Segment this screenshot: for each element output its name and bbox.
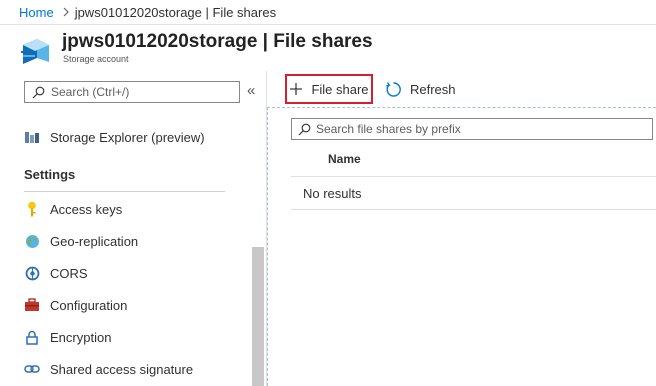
chevron-right-icon — [63, 7, 69, 17]
section-heading-settings: Settings — [24, 167, 76, 182]
file-share-search-input[interactable] — [316, 122, 646, 136]
row-divider — [291, 209, 656, 210]
sidebar-item-encryption[interactable]: Encryption — [24, 325, 111, 349]
link-icon — [24, 361, 40, 377]
sidebar-item-access-keys[interactable]: Access keys — [24, 197, 122, 221]
sidebar-item-geo-replication[interactable]: Geo-replication — [24, 229, 138, 253]
command-bar: File share Refresh — [267, 71, 656, 107]
storage-explorer-icon — [24, 129, 40, 145]
sidebar-search-input[interactable] — [51, 85, 231, 99]
sidebar: « Storage Explorer (preview) Settings Ac… — [0, 71, 267, 386]
sidebar-item-label: Configuration — [50, 297, 128, 313]
sidebar-item-label: Storage Explorer (preview) — [50, 129, 205, 145]
main-content: File share Refresh Name No results — [267, 71, 656, 386]
header-divider — [291, 176, 656, 177]
page-header: jpws01012020storage | File shares Storag… — [0, 25, 656, 71]
sidebar-item-label: CORS — [50, 265, 88, 281]
breadcrumb-current: jpws01012020storage | File shares — [74, 4, 277, 20]
content-left-border — [267, 107, 268, 386]
sidebar-item-shared-access-signature[interactable]: Shared access signature — [24, 357, 193, 381]
sidebar-item-storage-explorer[interactable]: Storage Explorer (preview) — [24, 125, 205, 149]
search-icon — [32, 86, 45, 98]
plus-icon — [290, 83, 303, 95]
refresh-button[interactable]: Refresh — [385, 79, 456, 99]
search-icon — [298, 123, 311, 135]
refresh-label: Refresh — [410, 81, 456, 97]
add-file-share-button[interactable]: File share — [285, 74, 373, 104]
cors-icon — [24, 265, 40, 281]
page-title: jpws01012020storage | File shares — [62, 31, 373, 52]
sidebar-item-label: Geo-replication — [50, 233, 139, 249]
sidebar-scrollbar[interactable] — [252, 247, 264, 386]
file-share-filter[interactable] — [291, 118, 653, 140]
section-divider — [24, 191, 225, 192]
storage-account-icon — [20, 34, 52, 66]
content-divider — [267, 107, 656, 108]
sidebar-search[interactable] — [24, 81, 240, 103]
collapse-sidebar-icon[interactable]: « — [247, 83, 255, 99]
sidebar-item-cors[interactable]: CORS — [24, 261, 88, 285]
sidebar-item-label: Access keys — [50, 201, 123, 217]
breadcrumb-home-link[interactable]: Home — [19, 5, 54, 20]
globe-icon — [24, 233, 40, 249]
column-header-name[interactable]: Name — [328, 152, 361, 166]
key-icon — [24, 201, 40, 217]
breadcrumb: Home jpws01012020storage | File shares — [0, 0, 656, 25]
page-subtitle: Storage account — [63, 54, 129, 64]
empty-state-text: No results — [303, 186, 362, 201]
add-file-share-label: File share — [311, 81, 369, 97]
sidebar-item-label: Encryption — [50, 329, 112, 345]
lock-icon — [24, 329, 40, 345]
sidebar-item-configuration[interactable]: Configuration — [24, 293, 127, 317]
toolbox-icon — [24, 297, 40, 313]
refresh-icon — [386, 81, 401, 97]
sidebar-item-label: Shared access signature — [50, 361, 194, 377]
